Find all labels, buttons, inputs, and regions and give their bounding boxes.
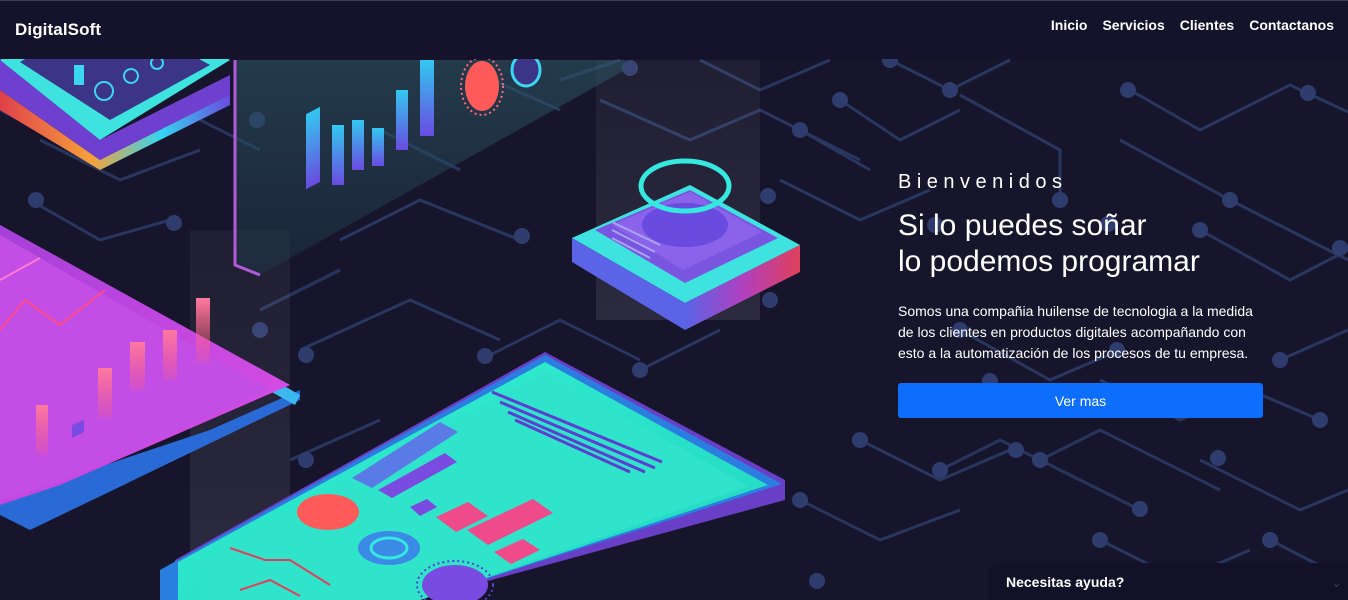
nav-item-contactanos[interactable]: Contactanos xyxy=(1249,17,1334,33)
hero-headline-line1: Si lo puedes soñar xyxy=(898,209,1147,242)
hero-eyebrow: Bienvenidos xyxy=(898,171,1068,193)
help-chat-widget[interactable]: Necesitas ayuda? ⌄ xyxy=(988,563,1348,600)
hero-headline-line2: lo podemos programar xyxy=(898,245,1200,278)
chevron-down-icon[interactable]: ⌄ xyxy=(1331,575,1342,591)
brand-logo[interactable]: DigitalSoft xyxy=(15,20,101,40)
hero-content: Bienvenidos Si lo puedes soñar lo podemo… xyxy=(898,171,1278,418)
nav-item-servicios[interactable]: Servicios xyxy=(1102,17,1164,33)
nav-item-clientes[interactable]: Clientes xyxy=(1180,17,1234,33)
top-navbar: DigitalSoft Inicio Servicios Clientes Co… xyxy=(0,0,1348,59)
nav-links: Inicio Servicios Clientes Contactanos xyxy=(1051,17,1334,33)
ver-mas-button[interactable]: Ver mas xyxy=(898,383,1263,418)
hero-description: Somos una compañia huilense de tecnologi… xyxy=(898,303,1253,361)
nav-item-inicio[interactable]: Inicio xyxy=(1051,17,1088,33)
help-chat-label: Necesitas ayuda? xyxy=(1006,573,1125,590)
hero-headline: Si lo puedes soñar lo podemos programar xyxy=(898,208,1278,280)
